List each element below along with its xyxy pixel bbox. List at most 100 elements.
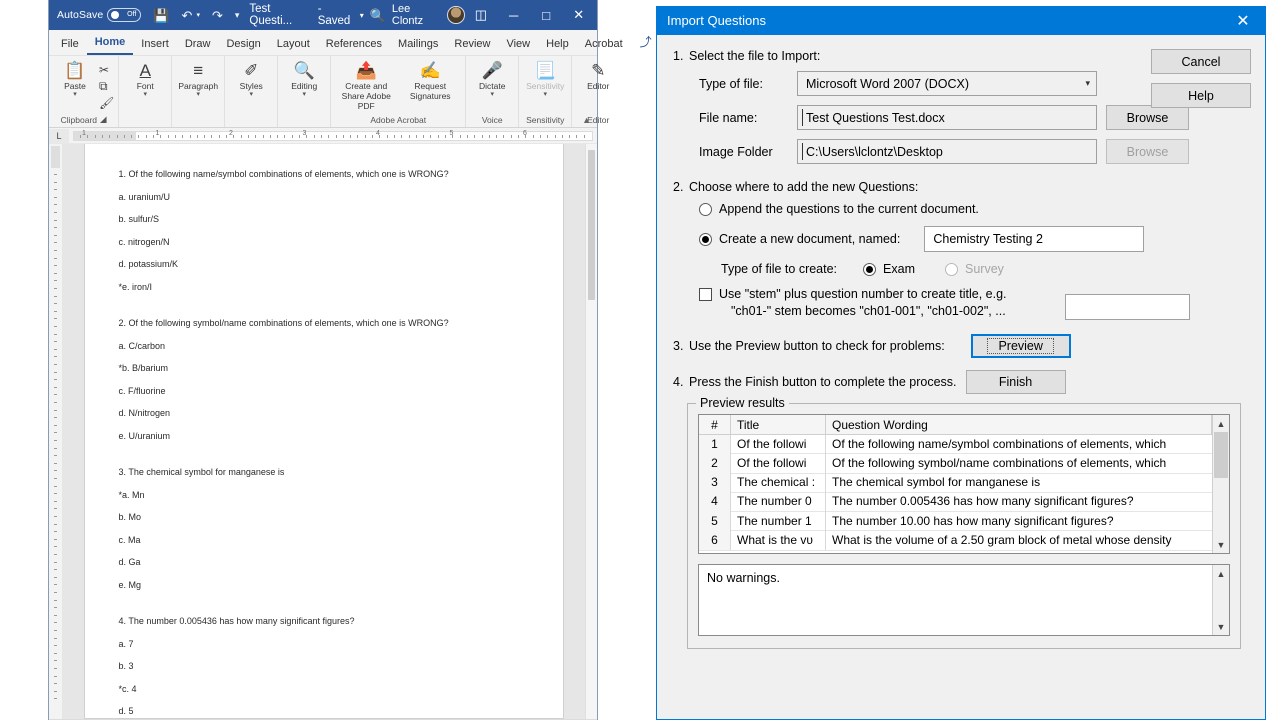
- grid-column-header[interactable]: #: [699, 415, 731, 435]
- format-painter-icon[interactable]: 🖌: [99, 96, 114, 110]
- image-folder-input[interactable]: C:\Users\lclontz\Desktop: [797, 139, 1097, 164]
- ribbon-tab-mailings[interactable]: Mailings: [390, 35, 446, 55]
- ribbon-tab-view[interactable]: View: [498, 35, 538, 55]
- document-title[interactable]: Test Questi...: [249, 3, 313, 27]
- grid-scroll-track[interactable]: [1213, 478, 1229, 536]
- ribbon-tab-home[interactable]: Home: [86, 33, 134, 55]
- ribbon-tab-insert[interactable]: Insert: [133, 35, 177, 55]
- request-signatures-button[interactable]: ✍ Request Signatures: [399, 59, 461, 102]
- exam-radio-row[interactable]: Exam: [863, 262, 915, 276]
- new-document-name-input[interactable]: Chemistry Testing 2: [924, 226, 1145, 252]
- collapse-ribbon-button[interactable]: ▲: [582, 115, 591, 125]
- ribbon-tab-references[interactable]: References: [318, 35, 390, 55]
- preview-button[interactable]: Preview: [970, 334, 1071, 358]
- warnings-scrollbar[interactable]: ▲ ▼: [1212, 565, 1229, 635]
- file-name-input[interactable]: Test Questions Test.docx: [797, 105, 1097, 130]
- chevron-up-icon[interactable]: ▲: [1213, 565, 1229, 582]
- finish-button[interactable]: Finish: [965, 370, 1066, 394]
- append-radio-row[interactable]: Append the questions to the current docu…: [699, 202, 1251, 216]
- editing-button[interactable]: 🔍 Editing ▾: [282, 59, 326, 99]
- editing-chevron-down-icon[interactable]: ▾: [302, 91, 306, 99]
- paragraph-chevron-down-icon[interactable]: ▾: [196, 91, 200, 99]
- paste-button[interactable]: 📋 Paste ▾: [53, 59, 97, 99]
- chevron-down-icon[interactable]: ▼: [1213, 618, 1229, 635]
- create-share-pdf-button[interactable]: 📤 Create and Share Adobe PDF: [335, 59, 397, 111]
- font-button[interactable]: A Font ▾: [123, 59, 167, 99]
- exam-radio[interactable]: [863, 262, 877, 276]
- editor-button[interactable]: ✎ Editor: [576, 59, 620, 92]
- search-button[interactable]: 🔍: [364, 3, 392, 27]
- font-chevron-down-icon[interactable]: ▾: [143, 91, 147, 99]
- styles-chevron-down-icon[interactable]: ▾: [249, 91, 253, 99]
- sensitivity-button[interactable]: 📃 Sensitivity ▾: [523, 59, 567, 99]
- use-stem-checkbox[interactable]: [699, 288, 712, 301]
- vruler-tick: [54, 326, 57, 327]
- dialog-launcher-icon[interactable]: ◢: [100, 114, 107, 125]
- chevron-down-icon[interactable]: ▾: [1085, 78, 1090, 89]
- ribbon-tab-design[interactable]: Design: [218, 35, 268, 55]
- append-radio[interactable]: [699, 202, 712, 216]
- grid-vertical-scrollbar[interactable]: ▲ ▼: [1212, 415, 1229, 553]
- type-of-file-select[interactable]: Microsoft Word 2007 (DOCX) ▾: [797, 71, 1097, 96]
- grid-column-header[interactable]: Title: [731, 415, 826, 435]
- account-name[interactable]: Lee Clontz: [392, 3, 442, 27]
- avatar[interactable]: [447, 6, 465, 24]
- ruler-tick: [372, 134, 373, 138]
- autosave-toggle[interactable]: AutoSave Off: [51, 3, 147, 27]
- browse-image-folder-button[interactable]: Browse: [1106, 139, 1189, 164]
- preview-results-grid[interactable]: # Title Question Wording 1 Of the followi Of…: [698, 414, 1230, 554]
- ribbon-tab-acrobat[interactable]: Acrobat: [577, 35, 631, 55]
- survey-radio-row[interactable]: Survey: [945, 262, 1004, 276]
- survey-radio[interactable]: [945, 262, 958, 276]
- close-button[interactable]: ✕: [562, 1, 595, 29]
- type-of-file-label: Type of file:: [699, 76, 763, 91]
- dictate-chevron-down-icon[interactable]: ▾: [490, 91, 494, 99]
- undo-button[interactable]: ↶ ▾: [176, 3, 206, 27]
- table-row[interactable]: 3 The chemical : The chemical symbol for m…: [699, 473, 1212, 493]
- undo-chevron-down-icon[interactable]: ▾: [196, 11, 200, 19]
- table-row[interactable]: 4 The number 0 The number 0.005436 has how…: [699, 492, 1212, 513]
- copy-icon[interactable]: ⧉: [99, 79, 114, 94]
- warnings-box[interactable]: No warnings. ▲ ▼: [698, 564, 1230, 636]
- customize-quick-access-button[interactable]: ▾: [229, 3, 246, 27]
- table-row[interactable]: 6 What is the vυ What is the volume of a 2…: [699, 530, 1212, 551]
- cancel-button[interactable]: Cancel: [1151, 49, 1251, 74]
- chevron-up-icon[interactable]: ▲: [1213, 415, 1229, 432]
- document-vertical-scrollbar[interactable]: [585, 144, 597, 719]
- ribbon-display-options-button[interactable]: ◫: [465, 1, 498, 29]
- ruler-tick: [291, 134, 293, 138]
- redo-button[interactable]: ↷: [206, 3, 229, 27]
- scrollbar-thumb[interactable]: [588, 150, 595, 300]
- minimize-button[interactable]: ─: [497, 1, 530, 29]
- paste-chevron-down-icon[interactable]: ▾: [73, 91, 77, 99]
- table-row[interactable]: 2 Of the followi Of the following symbol/n…: [699, 453, 1212, 474]
- vruler-tick: [54, 614, 57, 616]
- sensitivity-chevron-down-icon[interactable]: ▾: [543, 91, 547, 99]
- document-page[interactable]: 1. Of the following name/symbol combinat…: [83, 144, 564, 719]
- table-row[interactable]: 1 Of the followi Of the following name/sym…: [699, 434, 1212, 455]
- tab-stop-selector[interactable]: L: [49, 128, 69, 143]
- ribbon-tab-help[interactable]: Help: [538, 35, 577, 55]
- dialog-close-button[interactable]: ✕: [1221, 6, 1265, 35]
- save-button[interactable]: 💾: [147, 3, 175, 27]
- help-button[interactable]: Help: [1151, 83, 1251, 108]
- grid-scrollbar-thumb[interactable]: [1214, 432, 1228, 478]
- create-new-radio[interactable]: [699, 232, 712, 246]
- browse-file-button[interactable]: Browse: [1106, 105, 1189, 130]
- ribbon-tab-draw[interactable]: Draw: [177, 35, 219, 55]
- autosave-switch[interactable]: Off: [107, 8, 142, 22]
- table-row[interactable]: 5 The number 1 The number 10.00 has how ma…: [699, 511, 1212, 532]
- ribbon-tab-layout[interactable]: Layout: [269, 35, 318, 55]
- horizontal-ruler[interactable]: 1 1 2 3 4 5 6: [73, 130, 593, 141]
- cut-icon[interactable]: ✂: [99, 63, 114, 77]
- maximize-button[interactable]: □: [530, 1, 563, 29]
- grid-column-header[interactable]: Question Wording: [826, 415, 1212, 435]
- dictate-button[interactable]: 🎤 Dictate ▾: [470, 59, 514, 99]
- chevron-down-icon[interactable]: ▼: [1213, 536, 1229, 553]
- create-new-radio-row[interactable]: Create a new document, named: Chemistry …: [699, 226, 1251, 252]
- paragraph-button[interactable]: ≡ Paragraph ▾: [176, 59, 220, 99]
- ribbon-tab-file[interactable]: File: [53, 35, 87, 55]
- stem-value-input[interactable]: [1064, 294, 1190, 320]
- styles-button[interactable]: ✐ Styles ▾: [229, 59, 273, 99]
- ribbon-tab-review[interactable]: Review: [446, 35, 498, 55]
